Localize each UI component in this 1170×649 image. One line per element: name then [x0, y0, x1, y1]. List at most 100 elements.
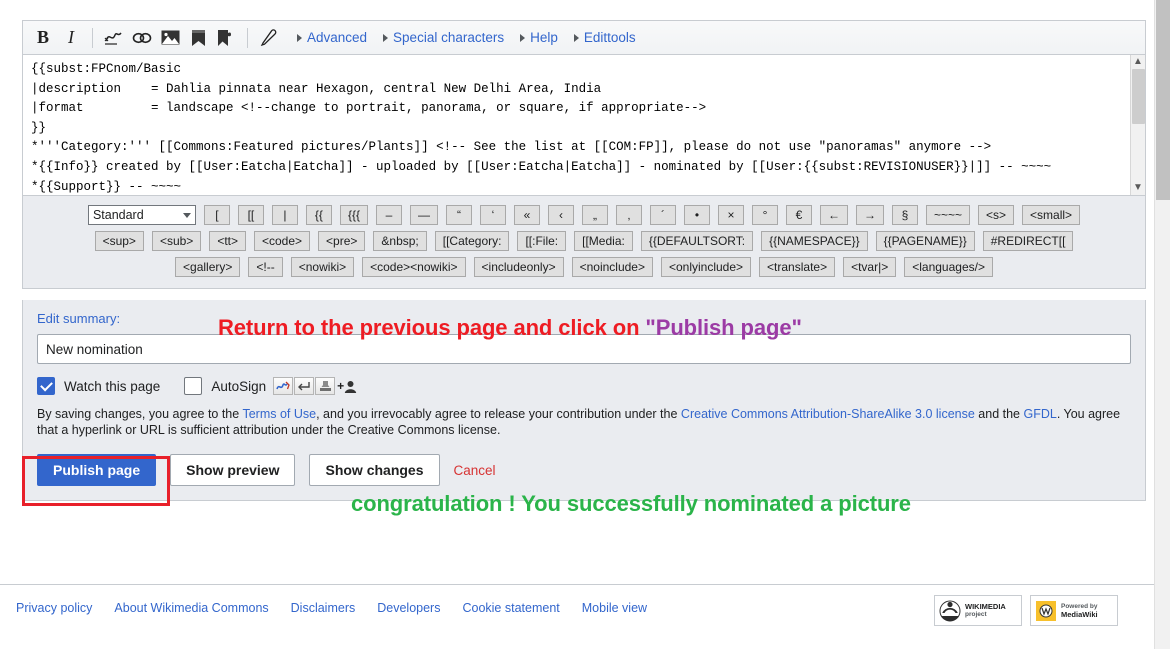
- charinsert-button[interactable]: –: [375, 205, 402, 225]
- footer-link-privacy-policy[interactable]: Privacy policy: [16, 601, 92, 615]
- charinsert-button[interactable]: <sub>: [151, 231, 202, 251]
- reference-icon[interactable]: [184, 25, 212, 51]
- charinsert-button[interactable]: „: [581, 205, 608, 225]
- highlight-icon[interactable]: [255, 25, 283, 51]
- charinsert-button[interactable]: «: [513, 205, 540, 225]
- scrollbar-thumb[interactable]: [1132, 69, 1145, 124]
- charinsert-row-1: Standard [ [[ | {{ {{{ – — “ ‘ « ‹ „ ‚ ´…: [23, 202, 1145, 228]
- show-preview-button[interactable]: Show preview: [170, 454, 296, 486]
- charinsert-button[interactable]: [[Category:: [434, 231, 510, 251]
- bold-button[interactable]: B: [29, 25, 57, 51]
- charinsert-button[interactable]: <gallery>: [175, 257, 241, 277]
- template-icon[interactable]: [212, 25, 240, 51]
- publish-page-button[interactable]: Publish page: [37, 454, 157, 486]
- charinsert-button[interactable]: <includeonly>: [473, 257, 564, 277]
- charinsert-button[interactable]: [[:File:: [517, 231, 567, 251]
- charinsert-button[interactable]: —: [409, 205, 438, 225]
- toolbar-links: Advanced Special characters Help Edittoo…: [297, 30, 636, 45]
- stamp-icon[interactable]: [315, 377, 336, 395]
- charinsert-button[interactable]: “: [445, 205, 472, 225]
- italic-button[interactable]: I: [57, 25, 85, 51]
- charinsert-button[interactable]: #REDIRECT[[: [982, 231, 1074, 251]
- charinsert-button[interactable]: ←: [819, 205, 848, 225]
- textarea-scrollbar[interactable]: ▲ ▼: [1130, 55, 1145, 195]
- charinsert-button[interactable]: |: [271, 205, 298, 225]
- wikitext-editor: B I Advanced Special characters Help Edi…: [22, 20, 1146, 289]
- wikimedia-badge[interactable]: WIKIMEDIA project: [934, 595, 1022, 626]
- charinsert-button[interactable]: §: [891, 205, 918, 225]
- charinsert-button[interactable]: {{{: [339, 205, 368, 225]
- edit-options-row: Watch this page AutoSign +: [37, 377, 1131, 395]
- charinsert-button[interactable]: <tt>: [209, 231, 246, 251]
- charinsert-button[interactable]: °: [751, 205, 778, 225]
- footer-links: Privacy policy About Wikimedia Commons D…: [16, 601, 647, 615]
- charinsert-button[interactable]: ~~~~: [925, 205, 970, 225]
- creative-commons-link[interactable]: Creative Commons Attribution-ShareAlike …: [681, 407, 975, 421]
- newline-icon[interactable]: [294, 377, 315, 395]
- scroll-up-icon[interactable]: ▲: [1133, 55, 1143, 69]
- scroll-down-icon[interactable]: ▼: [1133, 181, 1143, 195]
- footer-link-about[interactable]: About Wikimedia Commons: [114, 601, 268, 615]
- charinsert-button[interactable]: <languages/>: [904, 257, 993, 277]
- mediawiki-badge[interactable]: Powered by MediaWiki: [1030, 595, 1118, 626]
- footer-link-disclaimers[interactable]: Disclaimers: [291, 601, 356, 615]
- charinsert-button[interactable]: {{NAMESPACE}}: [761, 231, 868, 251]
- add-user-icon[interactable]: +: [337, 379, 357, 393]
- special-characters-panel: Standard [ [[ | {{ {{{ – — “ ‘ « ‹ „ ‚ ´…: [23, 195, 1145, 288]
- charinsert-button[interactable]: ‚: [615, 205, 642, 225]
- charinsert-button[interactable]: <code><nowiki>: [362, 257, 466, 277]
- toolbar-divider-1: [92, 27, 93, 48]
- gfdl-link[interactable]: GFDL: [1023, 407, 1056, 421]
- charinsert-button[interactable]: [[Media:: [574, 231, 633, 251]
- cancel-link[interactable]: Cancel: [454, 463, 496, 478]
- charinsert-button[interactable]: <s>: [978, 205, 1015, 225]
- terms-of-use-link[interactable]: Terms of Use: [242, 407, 316, 421]
- charinsert-button[interactable]: <nowiki>: [290, 257, 355, 277]
- page-footer: Privacy policy About Wikimedia Commons D…: [0, 585, 1170, 649]
- legal-prefix: By saving changes, you agree to the: [37, 407, 243, 421]
- toolbar-link-special-characters[interactable]: Special characters: [383, 30, 504, 45]
- charinsert-button[interactable]: <tvar|>: [843, 257, 897, 277]
- charinsert-button[interactable]: <sup>: [94, 231, 144, 251]
- autosign-label: AutoSign: [211, 378, 267, 394]
- charinsert-button[interactable]: [[: [237, 205, 264, 225]
- footer-link-developers[interactable]: Developers: [377, 601, 440, 615]
- charinsert-button[interactable]: •: [683, 205, 710, 225]
- charinsert-button[interactable]: <pre>: [318, 231, 366, 251]
- autosign-checkbox[interactable]: [184, 377, 203, 395]
- charinsert-button[interactable]: <noinclude>: [571, 257, 653, 277]
- footer-link-mobile-view[interactable]: Mobile view: [582, 601, 647, 615]
- charinsert-button[interactable]: ´: [649, 205, 676, 225]
- charinsert-button[interactable]: <small>: [1022, 205, 1081, 225]
- toolbar-link-edittools[interactable]: Edittools: [573, 30, 636, 45]
- charinsert-button[interactable]: &nbsp;: [373, 231, 427, 251]
- charinsert-button[interactable]: ‘: [479, 205, 506, 225]
- wikitext-textarea[interactable]: {{subst:FPCnom/Basic |description = Dahl…: [23, 55, 1145, 195]
- charinsert-set-select[interactable]: Standard: [87, 205, 196, 225]
- image-icon[interactable]: [156, 25, 184, 51]
- charinsert-button[interactable]: <!--: [248, 257, 283, 277]
- signature-icon[interactable]: [100, 25, 128, 51]
- chevron-right-icon: [297, 33, 302, 42]
- page-scrollbar-thumb[interactable]: [1156, 0, 1170, 200]
- charinsert-button[interactable]: <code>: [254, 231, 311, 251]
- charinsert-button[interactable]: →: [855, 205, 884, 225]
- page-scrollbar[interactable]: [1154, 0, 1170, 649]
- watch-this-page-checkbox[interactable]: [37, 377, 55, 395]
- mediawiki-badge-line2: MediaWiki: [1061, 609, 1098, 619]
- charinsert-button[interactable]: {{: [305, 205, 332, 225]
- show-changes-button[interactable]: Show changes: [309, 454, 440, 486]
- charinsert-button[interactable]: €: [785, 205, 812, 225]
- charinsert-button[interactable]: <onlyinclude>: [660, 257, 752, 277]
- charinsert-button[interactable]: {{DEFAULTSORT:: [640, 231, 754, 251]
- toolbar-link-advanced[interactable]: Advanced: [297, 30, 367, 45]
- charinsert-button[interactable]: ×: [717, 205, 744, 225]
- charinsert-button[interactable]: [: [203, 205, 230, 225]
- signature-icon[interactable]: [273, 377, 294, 395]
- charinsert-button[interactable]: ‹: [547, 205, 574, 225]
- charinsert-button[interactable]: {{PAGENAME}}: [875, 231, 975, 251]
- toolbar-link-help[interactable]: Help: [520, 30, 558, 45]
- footer-link-cookie-statement[interactable]: Cookie statement: [462, 601, 559, 615]
- charinsert-button[interactable]: <translate>: [759, 257, 836, 277]
- link-icon[interactable]: [128, 25, 156, 51]
